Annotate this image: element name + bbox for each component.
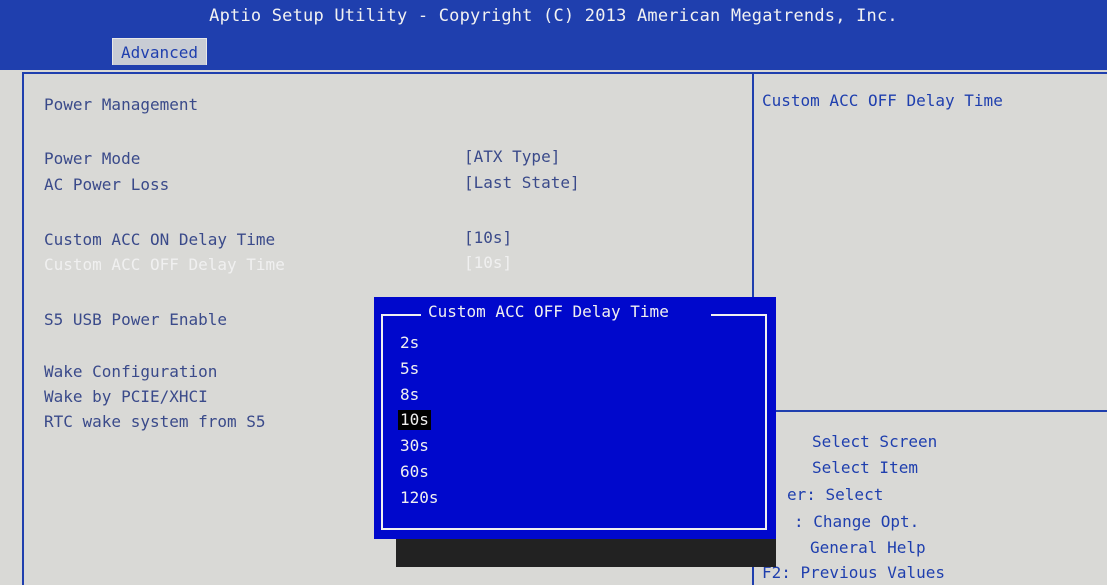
- setting-value-power-mode[interactable]: [ATX Type]: [464, 147, 560, 166]
- setting-label-ac-power-loss[interactable]: AC Power Loss: [44, 175, 169, 194]
- popup-option[interactable]: 60s: [398, 462, 431, 482]
- setting-label-rtc-wake[interactable]: RTC wake system from S5: [44, 412, 266, 431]
- popup-option-selected[interactable]: 10s: [398, 410, 431, 430]
- setting-value-acc-on-delay[interactable]: [10s]: [464, 228, 512, 247]
- popup-border-top-right: [711, 314, 767, 316]
- help-general-help: General Help: [810, 538, 926, 557]
- help-change-opt: : Change Opt.: [794, 512, 920, 531]
- help-previous-values: F2: Previous Values: [762, 563, 946, 582]
- popup-border-top-left: [381, 314, 421, 316]
- help-select-item: Select Item: [812, 458, 918, 477]
- setting-value-ac-power-loss[interactable]: [Last State]: [464, 173, 580, 192]
- setting-label-acc-off-delay[interactable]: Custom ACC OFF Delay Time: [44, 255, 285, 274]
- popup-option[interactable]: 2s: [398, 333, 421, 353]
- wake-config-title: Wake Configuration: [44, 362, 218, 381]
- app-title: Aptio Setup Utility - Copyright (C) 2013…: [209, 6, 898, 26]
- help-description: Custom ACC OFF Delay Time: [762, 91, 1003, 110]
- setting-label-power-mode[interactable]: Power Mode: [44, 149, 140, 168]
- header-bar: Aptio Setup Utility - Copyright (C) 2013…: [0, 0, 1107, 70]
- section-title: Power Management: [44, 95, 199, 114]
- setting-label-wake-pcie[interactable]: Wake by PCIE/XHCI: [44, 387, 208, 406]
- setting-label-s5-usb-power[interactable]: S5 USB Power Enable: [44, 310, 227, 329]
- delay-time-popup: Custom ACC OFF Delay Time 2s 5s 8s 10s 3…: [374, 297, 776, 539]
- help-select-screen: Select Screen: [812, 432, 938, 451]
- setting-label-acc-on-delay[interactable]: Custom ACC ON Delay Time: [44, 230, 275, 249]
- popup-option[interactable]: 5s: [398, 359, 421, 379]
- key-help-divider: [754, 410, 1107, 412]
- popup-option[interactable]: 8s: [398, 385, 421, 405]
- popup-option[interactable]: 120s: [398, 488, 441, 508]
- popup-title: Custom ACC OFF Delay Time: [428, 302, 669, 321]
- help-enter-select: er: Select: [787, 485, 884, 504]
- popup-option[interactable]: 30s: [398, 436, 431, 456]
- setting-value-acc-off-delay[interactable]: [10s]: [464, 253, 512, 272]
- tab-advanced[interactable]: Advanced: [112, 38, 208, 65]
